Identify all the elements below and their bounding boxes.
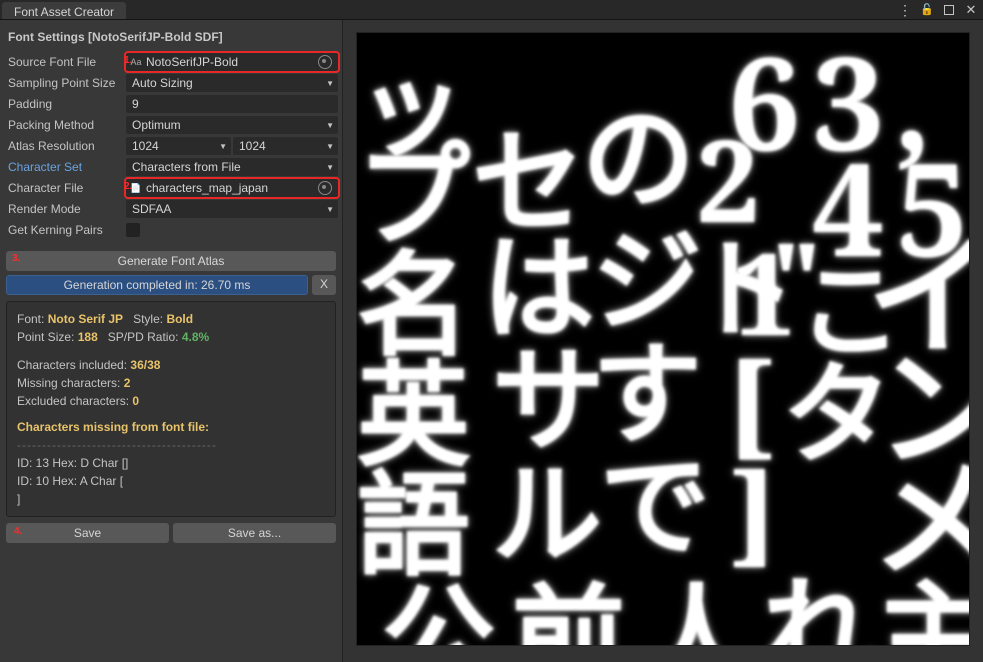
save-as-button[interactable]: Save as...	[173, 523, 336, 543]
callout-2: 2.	[124, 181, 132, 192]
save-button[interactable]: 4. Save	[6, 523, 169, 543]
atlas-glyph: 主	[877, 576, 970, 646]
callout-3: 3.	[12, 253, 20, 264]
cancel-button[interactable]: X	[312, 275, 336, 295]
menu-icon[interactable]: ⋮	[897, 2, 913, 18]
atlas-glyph: ル	[492, 456, 602, 566]
label-atlas-res: Atlas Resolution	[4, 139, 122, 153]
atlas-glyph: 人	[640, 579, 753, 646]
atlas-glyph: の	[582, 99, 695, 212]
label-char-file: Character File	[4, 181, 122, 195]
chevron-down-icon: ▼	[326, 142, 334, 151]
atlas-width-dropdown[interactable]: 1024▼	[126, 137, 231, 155]
source-font-value: NotoSerifJP-Bold	[146, 55, 238, 69]
title-bar: Font Asset Creator ⋮ 🔓 ✕	[0, 0, 983, 20]
chevron-down-icon: ▼	[326, 163, 334, 172]
rendermode-dropdown[interactable]: SDFAA▼	[126, 200, 338, 218]
atlas-height-dropdown[interactable]: 1024▼	[233, 137, 338, 155]
callout-1: 1.	[124, 55, 132, 66]
kerning-checkbox[interactable]	[126, 223, 140, 237]
charset-dropdown[interactable]: Characters from File▼	[126, 158, 338, 176]
atlas-glyph: れ	[762, 571, 875, 646]
sampling-dropdown[interactable]: Auto Sizing▼	[126, 74, 338, 92]
object-picker-icon[interactable]	[318, 55, 332, 69]
label-render-mode: Render Mode	[4, 202, 122, 216]
lock-icon[interactable]: 🔓	[919, 2, 935, 18]
label-kerning: Get Kerning Pairs	[4, 223, 122, 237]
settings-panel: Font Settings [NotoSerifJP-Bold SDF] Sou…	[0, 20, 343, 662]
atlas-glyph: で	[600, 448, 710, 558]
chevron-down-icon: ▼	[219, 142, 227, 151]
label-source-font: Source Font File	[4, 55, 122, 69]
maximize-icon[interactable]	[941, 2, 957, 18]
atlas-glyph: 公	[382, 579, 495, 646]
close-icon[interactable]: ✕	[963, 2, 979, 18]
label-packing: Packing Method	[4, 118, 122, 132]
font-atlas: ッ63,プセの2ト45名はジ1"こイ英サす[タン語ルで]メ公前人れ主	[356, 32, 970, 646]
packing-dropdown[interactable]: Optimum▼	[126, 116, 338, 134]
panel-heading: Font Settings [NotoSerifJP-Bold SDF]	[4, 24, 338, 52]
callout-4: 4.	[14, 526, 22, 537]
chevron-down-icon: ▼	[326, 79, 334, 88]
atlas-glyph: 前	[512, 579, 625, 646]
label-padding: Padding	[4, 97, 122, 111]
char-file-value: characters_map_japan	[146, 181, 268, 195]
character-file-field[interactable]: 📄 characters_map_japan	[126, 179, 338, 197]
preview-panel: ッ63,プセの2ト45名はジ1"こイ英サす[タン語ルで]メ公前人れ主	[343, 20, 983, 662]
generation-info: Font: Noto Serif JP Style: Bold Point Si…	[6, 301, 336, 517]
object-picker-icon[interactable]	[318, 181, 332, 195]
window-tab[interactable]: Font Asset Creator	[2, 2, 126, 19]
chevron-down-icon: ▼	[326, 205, 334, 214]
label-sampling: Sampling Point Size	[4, 76, 122, 90]
padding-input[interactable]	[126, 95, 338, 113]
chevron-down-icon: ▼	[326, 121, 334, 130]
label-char-set[interactable]: Character Set	[4, 160, 122, 174]
progress-bar: Generation completed in: 26.70 ms	[6, 275, 308, 295]
generate-button[interactable]: 3. Generate Font Atlas	[6, 251, 336, 271]
source-font-field[interactable]: Aa NotoSerifJP-Bold	[126, 53, 338, 71]
